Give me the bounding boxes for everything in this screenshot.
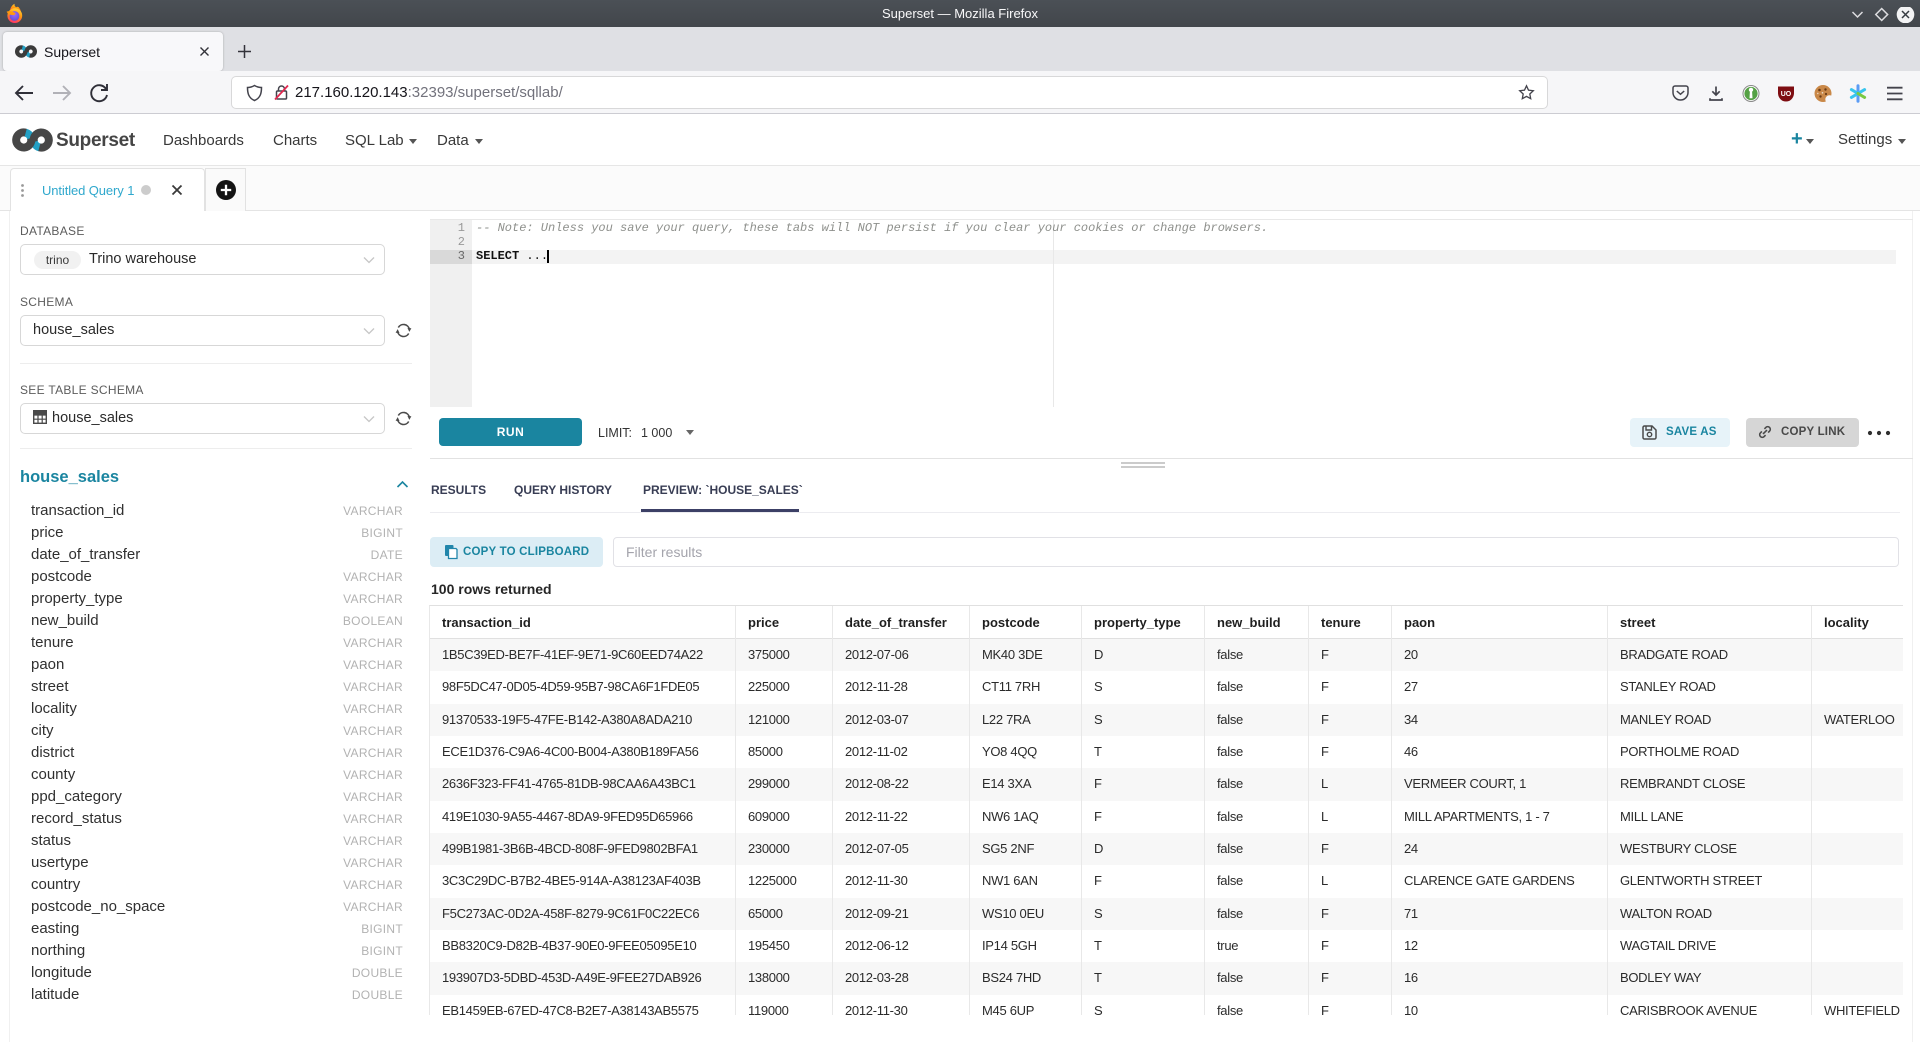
svg-text:UO: UO — [1781, 91, 1792, 98]
